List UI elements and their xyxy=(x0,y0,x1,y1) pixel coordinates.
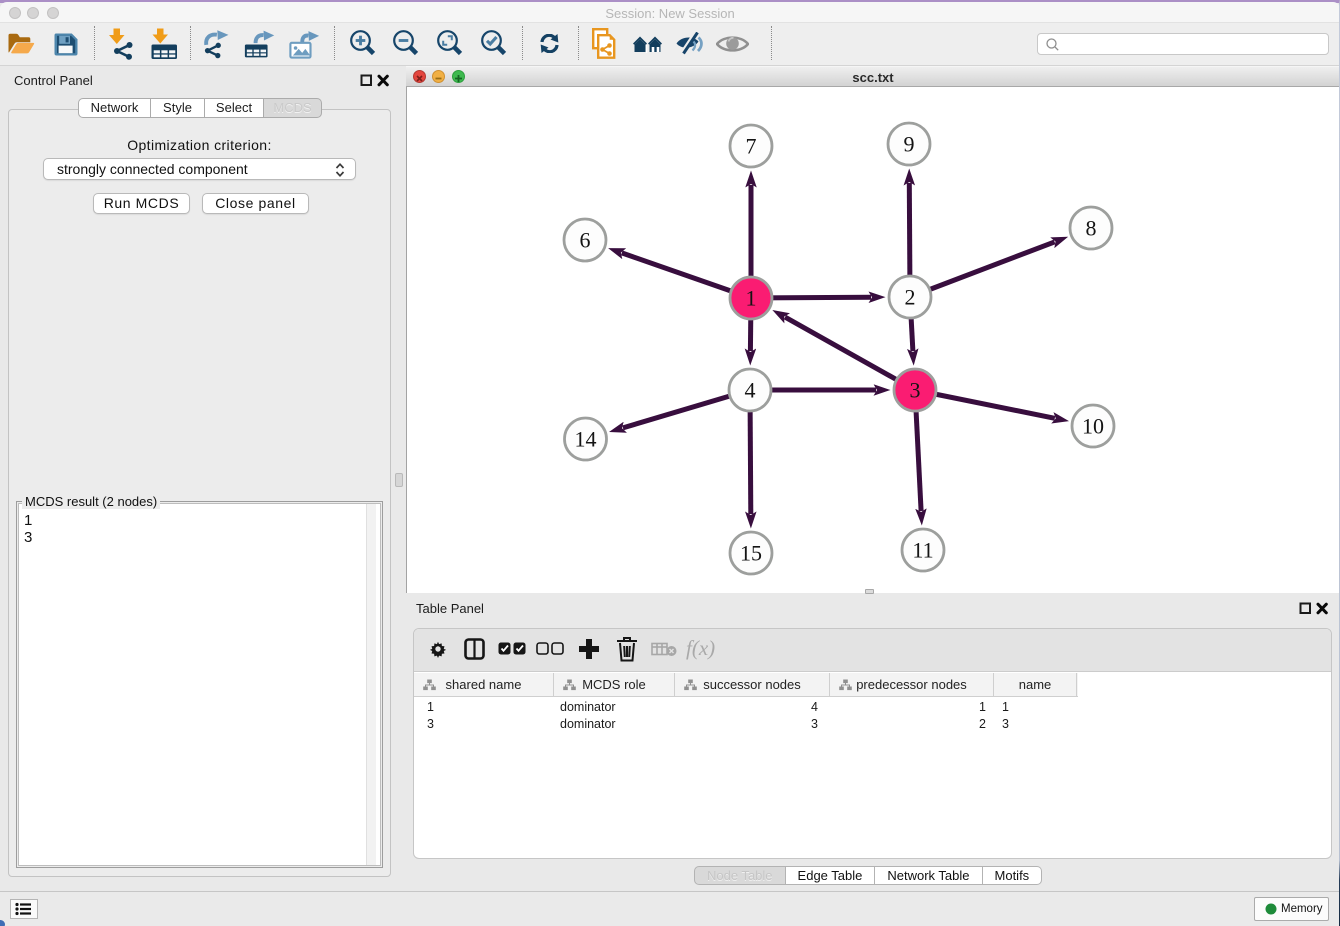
svg-text:3: 3 xyxy=(910,378,921,403)
svg-text:9: 9 xyxy=(904,132,915,157)
svg-text:1: 1 xyxy=(746,286,757,311)
svg-text:11: 11 xyxy=(912,538,933,563)
svg-text:8: 8 xyxy=(1086,216,1097,241)
svg-text:7: 7 xyxy=(746,134,757,159)
svg-text:2: 2 xyxy=(905,285,916,310)
svg-text:14: 14 xyxy=(575,427,597,452)
svg-text:4: 4 xyxy=(745,378,756,403)
svg-text:10: 10 xyxy=(1082,414,1104,439)
svg-text:15: 15 xyxy=(740,541,762,566)
svg-text:6: 6 xyxy=(580,228,591,253)
